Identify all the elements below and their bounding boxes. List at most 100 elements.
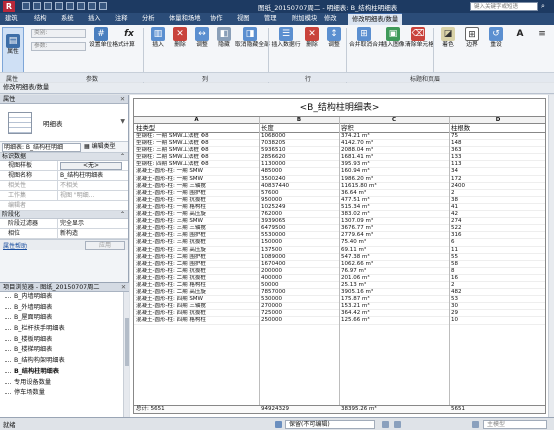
cell-length[interactable]: 950000 bbox=[259, 197, 339, 204]
worksets-icon[interactable] bbox=[275, 421, 282, 428]
cell-volume[interactable]: 36.64 m³ bbox=[339, 190, 449, 197]
cell-length[interactable]: 1025249 bbox=[259, 204, 339, 211]
cell-column-type[interactable]: 混凝土-圆形-柱: 三期 高压旋 bbox=[134, 247, 259, 254]
prop-row-phase-filter[interactable]: 阶段过滤器 完全显示 bbox=[0, 219, 128, 229]
parameter-field[interactable]: 参数: bbox=[31, 42, 86, 51]
cell-count[interactable]: 41 bbox=[449, 204, 545, 211]
browser-item[interactable]: B_外墙明细表 bbox=[0, 303, 129, 314]
cell-length[interactable]: 1130000 bbox=[259, 161, 339, 168]
total-cell[interactable]: 94924329 bbox=[259, 406, 289, 413]
cell-column-type[interactable]: 混凝土-圆形-柱: 四期 格构柱 bbox=[134, 317, 259, 324]
tab-view[interactable]: 视图 bbox=[237, 13, 250, 25]
insert-row-button[interactable]: ☰ 插入数据行 bbox=[271, 27, 301, 49]
total-cell[interactable]: 5651 bbox=[449, 406, 465, 413]
undo-icon[interactable] bbox=[44, 2, 52, 10]
text-icon[interactable] bbox=[88, 2, 96, 10]
schedule-title[interactable]: <B_结构柱明细表> bbox=[134, 99, 545, 117]
align-button[interactable]: ≡ bbox=[530, 27, 554, 41]
cell-column-type[interactable]: 混凝土-圆形-柱: 三期 SMW bbox=[134, 218, 259, 225]
browser-item[interactable]: B_内墙明细表 bbox=[0, 292, 129, 303]
cell-length[interactable]: 1089000 bbox=[259, 254, 339, 261]
cell-count[interactable]: 29 bbox=[449, 310, 545, 317]
clear-cell-button[interactable]: ⌫ 清除单元格 bbox=[405, 27, 434, 49]
resize-row-button[interactable]: ↕ 调整 bbox=[322, 27, 346, 49]
properties-help-link[interactable]: 属性帮助 bbox=[3, 241, 27, 250]
cell-volume[interactable]: 547.38 m³ bbox=[339, 254, 449, 261]
redo-icon[interactable] bbox=[55, 2, 63, 10]
cell-count[interactable]: 34 bbox=[449, 168, 545, 175]
resize-column-button[interactable]: ↔ 调整 bbox=[190, 27, 214, 49]
cell-count[interactable]: 42 bbox=[449, 211, 545, 218]
cell-volume[interactable]: 25.13 m³ bbox=[339, 282, 449, 289]
cell-length[interactable]: 150000 bbox=[259, 239, 339, 246]
column-letter[interactable]: B bbox=[259, 117, 339, 124]
cell-column-type[interactable]: 型钢柱: 四期 SMW工法桩 Φ8 bbox=[134, 161, 259, 168]
close-icon[interactable]: ✕ bbox=[120, 95, 125, 104]
browser-item[interactable]: B_楼板明细表 bbox=[0, 335, 129, 346]
save-icon[interactable] bbox=[33, 2, 41, 10]
browser-scroll-thumb[interactable] bbox=[125, 318, 129, 366]
view-template-button[interactable]: <无> bbox=[60, 162, 122, 170]
filter-icon[interactable] bbox=[472, 421, 479, 428]
edit-type-button[interactable]: ▦ 编辑类型 bbox=[84, 143, 116, 152]
tab-collaborate[interactable]: 协作 bbox=[210, 13, 223, 25]
design-options-icon[interactable] bbox=[394, 421, 401, 428]
total-cell[interactable]: 38395.26 m³ bbox=[339, 406, 377, 413]
cell-length[interactable]: 5936510 bbox=[259, 147, 339, 154]
column-header[interactable]: 容积 bbox=[339, 124, 354, 133]
cell-count[interactable]: 133 bbox=[449, 154, 545, 161]
column-header[interactable]: 柱根数 bbox=[449, 124, 470, 133]
browser-item-selected[interactable]: B_结构柱明细表 bbox=[0, 367, 129, 378]
cell-count[interactable]: 16 bbox=[449, 275, 545, 282]
view-scrollbar[interactable] bbox=[548, 95, 554, 417]
workset-dropdown[interactable]: 保留(不可编辑) bbox=[285, 420, 375, 429]
chevron-down-icon[interactable]: ▼ bbox=[120, 118, 125, 125]
prop-row-view-name[interactable]: 视图名称 B_结构柱明细表 bbox=[0, 171, 128, 181]
cell-column-type[interactable]: 混凝土-圆形-柱: 二期 围护桩 bbox=[134, 261, 259, 268]
cell-volume[interactable]: 1062.66 m³ bbox=[339, 261, 449, 268]
cell-length[interactable]: 6479500 bbox=[259, 225, 339, 232]
browser-item[interactable]: B_结构构架明细表 bbox=[0, 356, 129, 367]
cell-volume[interactable]: 2088.04 m³ bbox=[339, 147, 449, 154]
tab-modify[interactable]: 修改 bbox=[324, 13, 337, 25]
cell-column-type[interactable]: 型钢柱: 二期 SMW工法桩 Φ8 bbox=[134, 154, 259, 161]
cell-count[interactable]: 53 bbox=[449, 296, 545, 303]
cell-count[interactable]: 75 bbox=[449, 133, 545, 140]
prop-row-phase[interactable]: 相位 新构造 bbox=[0, 229, 128, 239]
tab-insert[interactable]: 插入 bbox=[88, 13, 101, 25]
cell-length[interactable]: 725000 bbox=[259, 310, 339, 317]
cell-column-type[interactable]: 混凝土-圆形-柱: 四期 抗拔桩 bbox=[134, 310, 259, 317]
tab-modify-schedule[interactable]: 修改明细表/数量 bbox=[348, 13, 403, 25]
cell-length[interactable]: 2856620 bbox=[259, 154, 339, 161]
3d-view-icon[interactable] bbox=[99, 2, 107, 10]
cell-count[interactable]: 11 bbox=[449, 247, 545, 254]
delete-column-button[interactable]: ✕ 删除 bbox=[168, 27, 192, 49]
unhide-all-button[interactable]: ◨ 取消隐藏全部 bbox=[235, 27, 270, 49]
cell-count[interactable]: 2400 bbox=[449, 183, 545, 190]
properties-button[interactable]: ▤ 属性 bbox=[2, 27, 24, 77]
tab-structure[interactable]: 结构 bbox=[34, 13, 47, 25]
cell-length[interactable]: 7038205 bbox=[259, 140, 339, 147]
cell-column-type[interactable]: 型钢柱: 一期 SMW工法桩 Φ8 bbox=[134, 133, 259, 140]
cell-column-type[interactable]: 混凝土-圆形-柱: 一期 三轴搅 bbox=[134, 183, 259, 190]
cell-volume[interactable]: 175.87 m³ bbox=[339, 296, 449, 303]
browser-item[interactable]: B_屋面明细表 bbox=[0, 313, 129, 324]
cell-column-type[interactable]: 混凝土-圆形-柱: 一期 抗拔桩 bbox=[134, 197, 259, 204]
close-icon[interactable]: ✕ bbox=[121, 283, 126, 292]
cell-length[interactable]: 485000 bbox=[259, 168, 339, 175]
cell-length[interactable]: 3939065 bbox=[259, 218, 339, 225]
cell-count[interactable]: 10 bbox=[449, 317, 545, 324]
cell-column-type[interactable]: 混凝土-圆形-柱: 一期 SMW bbox=[134, 168, 259, 175]
cell-volume[interactable]: 383.02 m³ bbox=[339, 211, 449, 218]
cell-volume[interactable]: 11615.80 m³ bbox=[339, 183, 449, 190]
cell-volume[interactable]: 1986.20 m³ bbox=[339, 176, 449, 183]
column-header[interactable]: 柱类型 bbox=[134, 124, 155, 133]
browser-item[interactable]: B_楼梯明细表 bbox=[0, 345, 129, 356]
cell-length[interactable]: 530000 bbox=[259, 296, 339, 303]
browser-scrollbar[interactable] bbox=[123, 292, 129, 417]
cell-volume[interactable]: 1307.09 m³ bbox=[339, 218, 449, 225]
delete-row-button[interactable]: ✕ 删除 bbox=[300, 27, 324, 49]
search-input[interactable]: 键入关键字或短语 bbox=[470, 2, 538, 11]
column-letter[interactable]: A bbox=[134, 117, 259, 124]
cell-count[interactable]: 482 bbox=[449, 289, 545, 296]
